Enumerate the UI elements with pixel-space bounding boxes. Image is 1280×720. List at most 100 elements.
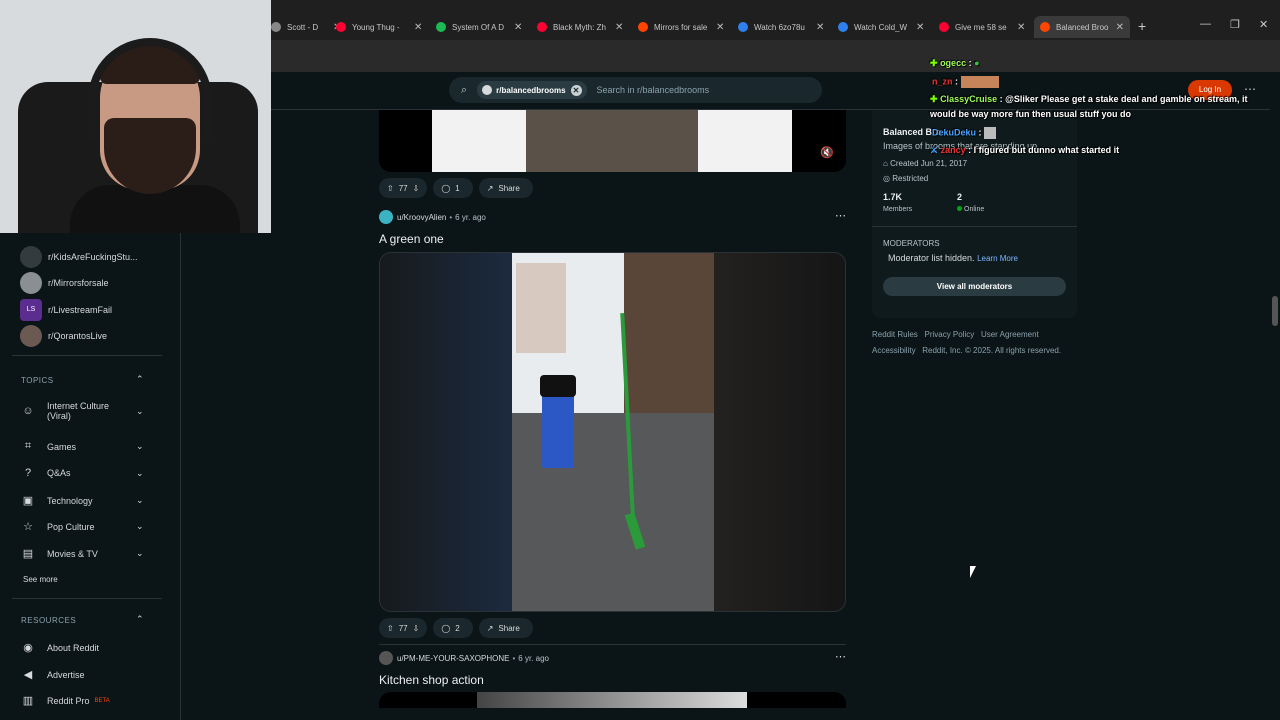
browser-tab[interactable]: Watch 6zo78u ✕ <box>732 16 830 38</box>
chevron-down-icon: ⌄ <box>136 441 144 451</box>
browser-tab[interactable]: Mirrors for sale ✕ <box>632 16 730 38</box>
chip-icon: ▣ <box>22 495 34 507</box>
mute-icon[interactable]: 🔇 <box>820 146 834 159</box>
close-window-icon[interactable]: ✕ <box>1259 18 1268 31</box>
gamepad-icon: ⌗ <box>24 440 32 452</box>
close-tab-icon[interactable]: ✕ <box>1017 22 1025 33</box>
post-options-icon[interactable]: ⋯ <box>835 650 846 663</box>
close-tab-icon[interactable]: ✕ <box>916 22 924 33</box>
sidebar-community-item[interactable]: r/KidsAreFuckingStu... <box>20 246 138 268</box>
divider <box>379 644 846 645</box>
upvote-icon[interactable]: ⇧ <box>387 624 394 633</box>
vote-pill[interactable]: ⇧ 77 ⇩ <box>379 618 428 638</box>
footer-link[interactable]: Accessibility <box>872 346 916 355</box>
close-tab-icon[interactable]: ✕ <box>514 22 522 33</box>
search-bar[interactable]: ⌕ r/balancedbrooms ✕ Search in r/balance… <box>449 77 822 103</box>
chat-badge-icon: ✚ <box>930 94 938 104</box>
user-avatar[interactable] <box>379 210 393 224</box>
youtube-icon <box>939 22 949 32</box>
browser-tab[interactable]: Young Thug - ✕ <box>330 16 428 38</box>
vote-pill[interactable]: ⇧ 77 ⇩ <box>379 178 428 198</box>
question-icon: ? <box>24 467 32 479</box>
created-date: ⌂ Created Jun 21, 2017 <box>883 159 968 168</box>
resource-advertise[interactable]: ◀ Advertise <box>20 668 85 681</box>
chevron-down-icon: ⌄ <box>136 521 144 531</box>
post-title[interactable]: A green one <box>379 232 444 246</box>
topic-qas[interactable]: ? Q&As ⌄ <box>20 467 144 479</box>
community-avatar <box>20 246 42 268</box>
close-tab-icon[interactable]: ✕ <box>816 22 824 33</box>
post-media[interactable] <box>379 252 846 612</box>
post-title[interactable]: Kitchen shop action <box>379 673 484 687</box>
share-button[interactable]: ↗ Share <box>478 178 533 198</box>
downvote-icon[interactable]: ⇩ <box>413 624 420 633</box>
share-icon: ↗ <box>486 183 494 193</box>
footer-link[interactable]: User Agreement <box>981 330 1039 339</box>
learn-more-link[interactable]: Learn More <box>977 254 1018 263</box>
close-tab-icon[interactable]: ✕ <box>1116 22 1124 33</box>
browser-tab[interactable]: Give me 58 se ✕ <box>933 16 1031 38</box>
close-tab-icon[interactable]: ✕ <box>414 22 422 33</box>
mouse-cursor-icon <box>970 566 976 578</box>
community-avatar: LS <box>20 299 42 321</box>
comments-button[interactable]: ◯ 2 <box>433 618 473 638</box>
post-media[interactable]: 🔇 <box>379 110 846 172</box>
topic-movies-tv[interactable]: ▤ Movies & TV ⌄ <box>20 547 144 560</box>
cake-icon: ⌂ <box>883 159 888 168</box>
post-meta: u/PM-ME-YOUR-SAXOPHONE • 6 yr. ago <box>379 651 549 665</box>
search-input[interactable]: Search in r/balancedbrooms <box>597 85 710 95</box>
maximize-icon[interactable]: ❐ <box>1230 18 1240 31</box>
resource-about-reddit[interactable]: ◉ About Reddit <box>20 641 99 654</box>
chat-message: ✚ ClassyCruise : @Sliker Please get a st… <box>930 94 1248 104</box>
browser-tab[interactable]: Watch Cold_W ✕ <box>832 16 930 38</box>
moderators-heading: MODERATORS <box>883 239 940 248</box>
subreddit-chip[interactable]: r/balancedbrooms ✕ <box>477 81 587 99</box>
new-tab-button[interactable]: + <box>1138 18 1146 34</box>
collapse-resources-icon[interactable]: ⌃ <box>136 614 144 625</box>
collapse-topics-icon[interactable]: ⌃ <box>136 374 144 385</box>
comment-icon: ◯ <box>441 623 451 633</box>
user-avatar[interactable] <box>379 651 393 665</box>
footer-link[interactable]: Reddit Rules <box>872 330 918 339</box>
community-avatar <box>20 272 42 294</box>
globe-icon <box>738 22 748 32</box>
emote-image <box>984 127 997 139</box>
minimize-icon[interactable]: — <box>1200 18 1211 30</box>
browser-tab-active[interactable]: Balanced Broo ✕ <box>1034 16 1130 38</box>
megaphone-icon: ◀ <box>23 669 33 681</box>
topic-pop-culture[interactable]: ☆ Pop Culture ⌄ <box>20 520 143 533</box>
chevron-down-icon: ⌄ <box>136 495 144 505</box>
post-media[interactable] <box>379 692 846 708</box>
emote-image <box>960 76 999 88</box>
close-tab-icon[interactable]: ✕ <box>615 22 623 33</box>
clear-chip-icon[interactable]: ✕ <box>570 84 582 96</box>
upvote-icon[interactable]: ⇧ <box>387 184 394 193</box>
resource-reddit-pro[interactable]: ▥ Reddit Pro BETA <box>20 694 110 707</box>
page-scrollbar[interactable] <box>1270 72 1280 708</box>
view-all-moderators-button[interactable]: View all moderators <box>883 277 1066 296</box>
scrollbar-thumb[interactable] <box>1272 296 1278 326</box>
spotify-icon <box>436 22 446 32</box>
browser-tab[interactable]: System Of A D ✕ <box>430 16 528 38</box>
sidebar-community-item[interactable]: r/Mirrorsforsale <box>20 272 109 294</box>
chevron-down-icon: ⌄ <box>136 548 144 558</box>
copyright-text: Reddit, Inc. © 2025. All rights reserved… <box>922 346 1062 355</box>
divider <box>12 598 162 599</box>
see-more-link[interactable]: See more <box>23 575 58 584</box>
comments-button[interactable]: ◯ 1 <box>433 178 473 198</box>
topic-technology[interactable]: ▣ Technology ⌄ <box>20 494 144 507</box>
post-actions: ⇧ 77 ⇩ ◯ 1 ↗ Share <box>379 178 533 198</box>
footer-link[interactable]: Privacy Policy <box>924 330 974 339</box>
browser-tab[interactable]: Black Myth: Zh ✕ <box>531 16 629 38</box>
restricted-status: ◎ Restricted <box>883 174 929 183</box>
sidebar-community-item[interactable]: LS r/LivestreamFail <box>20 299 112 321</box>
topic-games[interactable]: ⌗ Games ⌄ <box>20 440 144 453</box>
topic-internet-culture[interactable]: ☺ Internet Culture (Viral) ⌄ <box>20 401 143 421</box>
emote-icon: ● <box>974 58 980 68</box>
sidebar-community-item[interactable]: r/QorantosLive <box>20 325 107 347</box>
post-options-icon[interactable]: ⋯ <box>835 209 846 222</box>
close-tab-icon[interactable]: ✕ <box>716 22 724 33</box>
chevron-down-icon: ⌄ <box>136 467 144 478</box>
downvote-icon[interactable]: ⇩ <box>413 184 420 193</box>
share-button[interactable]: ↗ Share <box>478 618 533 638</box>
